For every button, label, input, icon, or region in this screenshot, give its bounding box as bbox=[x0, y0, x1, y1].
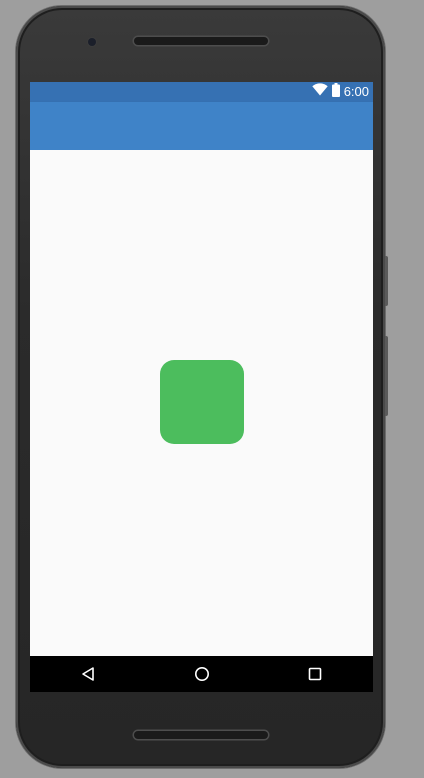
status-time: 6:00 bbox=[343, 84, 369, 99]
bottom-speaker bbox=[134, 731, 268, 739]
battery-icon bbox=[331, 82, 340, 102]
wifi-icon bbox=[311, 83, 328, 101]
app-toolbar bbox=[30, 102, 373, 150]
home-button[interactable] bbox=[190, 662, 214, 686]
back-button[interactable] bbox=[76, 662, 100, 686]
main-content bbox=[30, 150, 373, 654]
volume-button[interactable] bbox=[385, 256, 388, 306]
navigation-bar bbox=[30, 656, 373, 692]
phone-frame: 6:00 bbox=[16, 6, 388, 768]
recents-button[interactable] bbox=[303, 662, 327, 686]
emulator-stage: 6:00 bbox=[0, 0, 424, 778]
back-icon bbox=[82, 667, 94, 681]
recents-icon bbox=[308, 667, 322, 681]
status-icons: 6:00 bbox=[311, 82, 369, 102]
earpiece-speaker bbox=[134, 37, 268, 45]
home-icon bbox=[195, 667, 209, 681]
power-button[interactable] bbox=[385, 336, 388, 416]
green-rounded-square[interactable] bbox=[160, 360, 244, 444]
status-bar: 6:00 bbox=[30, 82, 373, 102]
device-screen: 6:00 bbox=[30, 82, 373, 692]
front-camera bbox=[88, 38, 96, 46]
